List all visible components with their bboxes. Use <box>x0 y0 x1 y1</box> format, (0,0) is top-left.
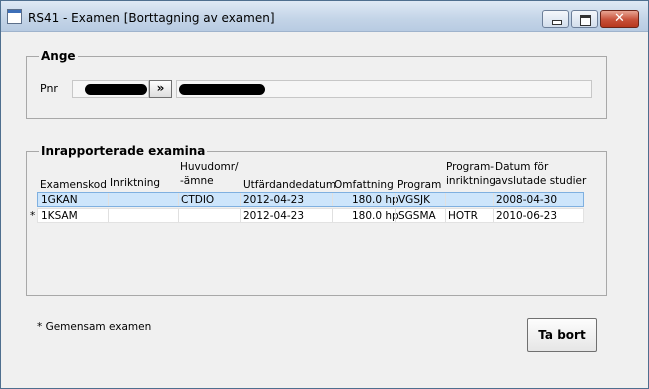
pnr-label: Pnr <box>40 82 58 95</box>
name-field <box>176 80 592 98</box>
window: RS41 - Examen [Borttagning av examen] ✕ … <box>0 0 649 389</box>
cell-datum: 2008-04-30 <box>496 194 558 206</box>
app-icon <box>7 9 22 24</box>
close-icon: ✕ <box>614 11 625 26</box>
header-huvudomr-line1[interactable]: Huvudomr/ <box>180 161 239 174</box>
cell-utfardandedatum: 2012-04-23 <box>243 210 305 222</box>
redacted-name <box>179 84 265 95</box>
redacted-pnr <box>85 84 147 95</box>
gemensam-marker: * <box>30 210 36 222</box>
table-row[interactable]: 1GKAN CTDIO 2012-04-23 180.0 hp VGSJK 20… <box>37 192 584 207</box>
title-bar[interactable]: RS41 - Examen [Borttagning av examen] ✕ <box>1 1 648 32</box>
cell-datum: 2010-06-23 <box>496 210 558 222</box>
header-programinriktning-line2[interactable]: inriktning <box>446 175 496 188</box>
minimize-icon <box>552 20 562 25</box>
header-datum-line1[interactable]: Datum för <box>495 161 548 174</box>
header-examenskod[interactable]: Examenskod <box>40 179 107 192</box>
maximize-icon <box>580 15 591 26</box>
header-datum-line2[interactable]: avslutade studier <box>495 175 586 188</box>
maximize-button[interactable] <box>571 10 598 28</box>
cell-examenskod: 1GKAN <box>41 194 78 206</box>
close-button[interactable]: ✕ <box>600 10 639 28</box>
table-row[interactable]: 1KSAM 2012-04-23 180.0 hp SGSMA HOTR 201… <box>37 208 584 223</box>
examina-legend: Inrapporterade examina <box>39 144 208 158</box>
minimize-button[interactable] <box>542 10 569 28</box>
header-programinriktning-line1[interactable]: Program- <box>446 161 494 174</box>
cell-program: SGSMA <box>398 210 436 222</box>
pnr-input[interactable] <box>72 80 149 98</box>
cell-programinriktning: HOTR <box>448 210 478 222</box>
cell-huvudomr: CTDIO <box>181 194 215 206</box>
cell-examenskod: 1KSAM <box>41 210 78 222</box>
header-huvudomr-line2[interactable]: -ämne <box>180 175 214 188</box>
gemensam-examen-note: * Gemensam examen <box>37 321 152 333</box>
header-utfardandedatum[interactable]: Utfärdandedatum <box>243 179 336 192</box>
cell-program: VGSJK <box>398 194 430 206</box>
window-title: RS41 - Examen [Borttagning av examen] <box>28 11 275 25</box>
cell-omfattning: 180.0 hp <box>352 194 399 206</box>
ange-legend: Ange <box>39 49 78 63</box>
header-inriktning[interactable]: Inriktning <box>110 177 160 190</box>
lookup-button[interactable]: » <box>149 80 172 98</box>
header-omfattning[interactable]: Omfattning <box>334 179 394 192</box>
cell-utfardandedatum: 2012-04-23 <box>243 194 305 206</box>
ta-bort-button[interactable]: Ta bort <box>527 318 597 352</box>
cell-omfattning: 180.0 hp <box>352 210 399 222</box>
header-program[interactable]: Program <box>397 179 441 192</box>
